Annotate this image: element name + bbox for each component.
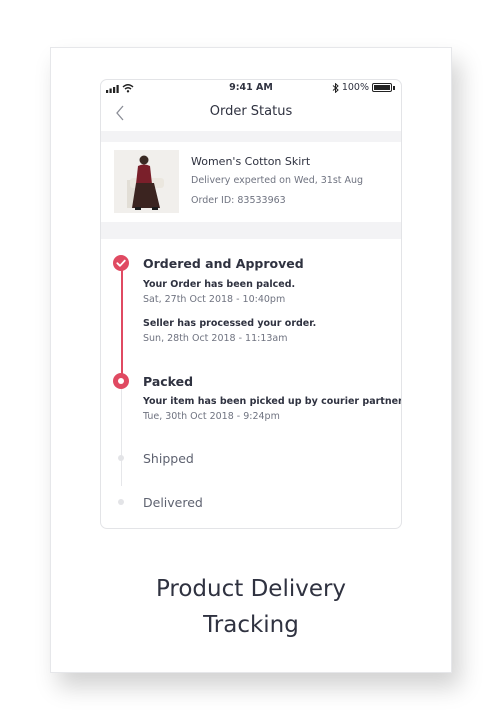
caption: Product Delivery Tracking xyxy=(51,571,451,643)
timeline-line-active xyxy=(121,262,123,381)
bluetooth-icon xyxy=(332,82,339,93)
battery-icon xyxy=(372,83,392,92)
step-title-packed: Packed xyxy=(143,374,194,389)
section-divider xyxy=(101,131,401,142)
step-title-delivered: Delivered xyxy=(143,495,203,510)
battery-cap xyxy=(393,85,395,90)
event-date: Sun, 28th Oct 2018 - 11:13am xyxy=(143,333,288,344)
product-image xyxy=(114,150,179,213)
battery-percent: 100% xyxy=(341,82,369,93)
caption-line-1: Product Delivery xyxy=(155,576,347,602)
nav-bar: Order Status xyxy=(101,98,401,130)
event-text: Your Order has been palced. xyxy=(143,279,296,290)
product-summary[interactable]: Women's Cotton Skirt Delivery experted o… xyxy=(101,142,401,222)
step-title-ordered: Ordered and Approved xyxy=(143,256,304,271)
presentation-card: 9:41 AM 100% Order Status Women's Cotton… xyxy=(50,47,452,673)
status-right: 100% xyxy=(332,82,395,93)
order-timeline: Ordered and Approved Your Order has been… xyxy=(101,239,401,528)
status-bar: 9:41 AM 100% xyxy=(101,80,401,98)
pending-step-icon xyxy=(118,499,124,505)
current-step-icon xyxy=(113,373,129,389)
section-divider xyxy=(101,222,401,239)
pending-step-icon xyxy=(118,455,124,461)
timeline-line-inactive xyxy=(121,389,122,486)
event-text: Your item has been picked up by courier … xyxy=(143,396,402,407)
check-icon xyxy=(113,255,129,271)
phone-screen: 9:41 AM 100% Order Status Women's Cotton… xyxy=(100,79,402,529)
event-date: Tue, 30th Oct 2018 - 9:24pm xyxy=(143,411,280,422)
page-title: Order Status xyxy=(209,104,293,119)
product-name: Women's Cotton Skirt xyxy=(191,155,311,168)
order-id: Order ID: 83533963 xyxy=(191,195,286,206)
event-text: Seller has processed your order. xyxy=(143,318,317,329)
step-title-shipped: Shipped xyxy=(143,451,194,466)
event-date: Sat, 27th Oct 2018 - 10:40pm xyxy=(143,294,286,305)
delivery-estimate: Delivery experted on Wed, 31st Aug xyxy=(191,175,364,186)
caption-line-2: Tracking xyxy=(203,612,299,638)
